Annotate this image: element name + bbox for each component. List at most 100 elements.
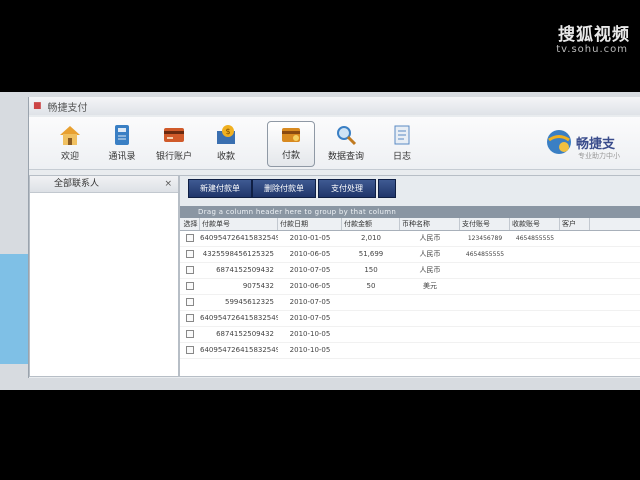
bank-card-icon [164,128,184,142]
cell-date: 2010-06-05 [289,250,331,258]
payment-table: 选择 付款单号 付款日期 付款金额 币种名称 支付账号 收款账号 客户 6409… [180,218,640,359]
process-payment-button[interactable]: 支付处理 [318,179,376,198]
delete-payment-button[interactable]: 删除付款单 [252,179,316,198]
row-checkbox[interactable] [180,279,200,294]
cell-pay-account [460,311,510,326]
contacts-panel-title: 全部联系人 [54,179,100,189]
cell-customer [560,295,590,310]
row-checkbox[interactable] [180,231,200,246]
cell-date: 2010-01-05 [289,234,331,242]
table-row[interactable]: 640954726415832549 2010-07-05 [180,311,640,327]
toolbar-label: 收款 [216,152,235,162]
cell-date: 2010-10-05 [289,330,331,338]
cell-number: 640954726415832549 [200,234,278,242]
column-header-customer[interactable]: 客户 [560,218,590,230]
address-book-icon [115,125,129,145]
close-icon[interactable]: × [164,176,172,192]
table-row[interactable]: 9075432 2010-06-05 50 美元 [180,279,640,295]
table-row[interactable]: 59945612325 2010-07-05 [180,295,640,311]
row-checkbox[interactable] [180,263,200,278]
cell-amount: 2,010 [360,234,382,242]
toolbar-bank-account-button[interactable]: 银行账户 [151,123,197,169]
cell-number: 6874152509432 [216,330,274,338]
cell-receive-account [510,311,560,326]
cell-currency: 人民币 [419,234,441,242]
column-header-select[interactable]: 选择 [180,218,200,230]
window-titlebar[interactable]: ■ 畅捷支付 [29,97,640,115]
toolbar-payment-button[interactable]: 付款 [267,121,315,167]
cell-customer [560,279,590,294]
cell-currency: 人民币 [419,250,441,258]
cell-receive-account [510,295,560,310]
cell-currency [400,295,460,310]
cell-pay-account [460,343,510,358]
cell-amount [342,311,400,326]
column-header-amount[interactable]: 付款金额 [342,218,400,230]
table-row[interactable]: 640954726415832549 2010-01-05 2,010 人民币 … [180,231,640,247]
row-checkbox[interactable] [180,311,200,326]
table-row[interactable]: 6874152509432 2010-10-05 [180,327,640,343]
toolbar-contacts-button[interactable]: 通讯录 [99,123,145,169]
cell-date: 2010-07-05 [289,298,331,306]
cell-pay-account: 123456789 [467,235,503,242]
window-title: 畅捷支付 [47,102,88,114]
watermark-logo: 搜狐视频 [558,25,630,45]
payment-list-panel: 新建付款单 删除付款单 支付处理 Drag a column header he… [179,175,640,377]
toolbar-log-button[interactable]: 日志 [379,123,425,169]
cell-currency: 人民币 [419,266,441,274]
globe-icon [547,130,571,154]
row-checkbox[interactable] [180,343,200,358]
app-window: ■ 畅捷支付 欢迎 通讯录 银行账户 $ 收款 付款 数据查询 日志 畅捷支 专… [28,97,640,378]
cell-customer [560,247,590,262]
cell-date: 2010-07-05 [289,266,331,274]
toolbar-label: 通讯录 [108,152,136,162]
cell-date: 2010-10-05 [289,346,331,354]
payment-icon [282,128,300,142]
table-header: 选择 付款单号 付款日期 付款金额 币种名称 支付账号 收款账号 客户 [180,218,640,231]
row-checkbox[interactable] [180,247,200,262]
group-by-hint[interactable]: Drag a column header here to group by th… [180,206,640,218]
cell-amount [342,295,400,310]
row-checkbox[interactable] [180,295,200,310]
more-actions-button[interactable] [378,179,396,198]
cell-customer [560,311,590,326]
table-row[interactable]: 640954726415832549 2010-10-05 [180,343,640,359]
toolbar-query-button[interactable]: 数据查询 [323,123,369,169]
cell-receive-account: 4654855555 [515,235,555,242]
cell-customer [560,231,590,246]
toolbar-label: 付款 [281,151,300,161]
toolbar-label: 银行账户 [155,152,192,162]
column-header-receive-account[interactable]: 收款账号 [510,218,560,230]
brand-title: 畅捷支 [576,137,616,152]
cell-number: 640954726415832549 [200,346,278,354]
log-icon [394,125,410,145]
column-header-date[interactable]: 付款日期 [278,218,342,230]
cell-amount [342,327,400,342]
cell-pay-account: 4654855555 [465,251,505,258]
cell-number: 9075432 [242,282,274,290]
table-row[interactable]: 4325598456125325 2010-06-05 51,699 人民币 4… [180,247,640,263]
cell-receive-account [510,279,560,294]
cell-date: 2010-07-05 [289,314,331,322]
cell-currency [400,343,460,358]
cell-pay-account [460,295,510,310]
column-header-number[interactable]: 付款单号 [200,218,278,230]
toolbar-receive-button[interactable]: $ 收款 [203,123,249,169]
table-row[interactable]: 6874152509432 2010-07-05 150 人民币 [180,263,640,279]
cell-number: 4325598456125325 [202,250,274,258]
brand-subtitle: 专业助力中小 [578,152,620,160]
cell-pay-account [460,263,510,278]
row-checkbox[interactable] [180,327,200,342]
watermark-domain: tv.sohu.com [556,44,628,55]
new-payment-button[interactable]: 新建付款单 [188,179,252,198]
cell-currency: 美元 [423,282,437,290]
cell-pay-account [460,279,510,294]
column-header-pay-account[interactable]: 支付账号 [460,218,510,230]
app-icon: ■ [33,101,42,111]
column-header-currency[interactable]: 币种名称 [400,218,460,230]
cell-customer [560,327,590,342]
cell-amount: 51,699 [358,250,384,258]
receive-money-icon: $ [217,125,235,144]
toolbar-welcome-button[interactable]: 欢迎 [47,123,93,169]
cell-receive-account [510,343,560,358]
